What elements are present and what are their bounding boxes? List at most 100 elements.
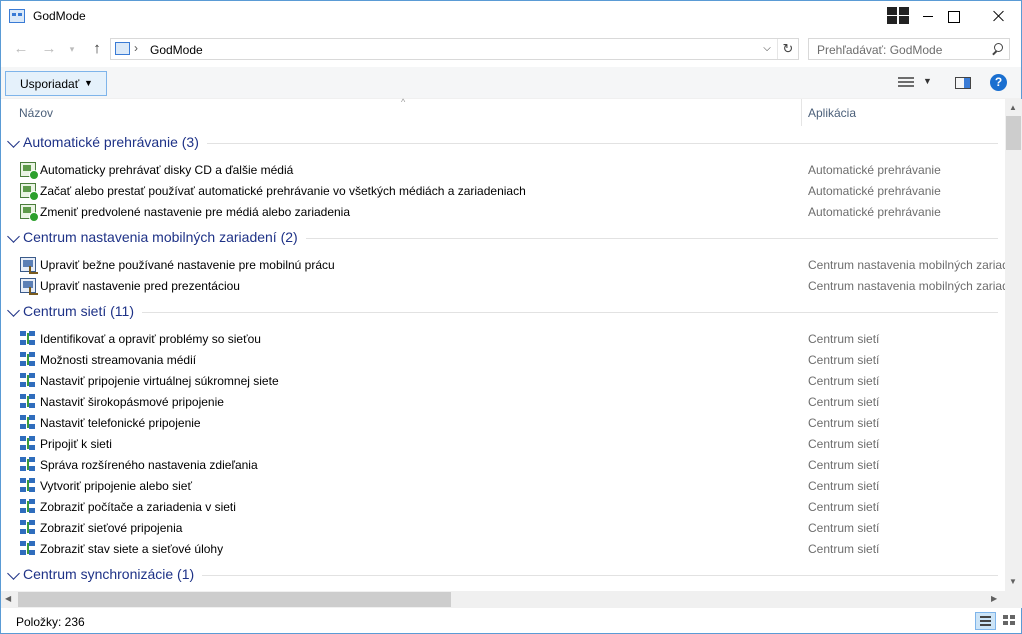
item-label: Správa rozšíreného nastavenia zdieľania	[40, 458, 258, 472]
group-label: Centrum sietí (11)	[23, 303, 142, 319]
control-panel-icon	[115, 42, 130, 55]
vertical-scroll-thumb[interactable]	[1006, 116, 1021, 150]
list-item[interactable]: Zobraziť počítače a zariadenia v sieti C…	[1, 496, 1005, 517]
group-header[interactable]: Centrum synchronizácie (1)	[1, 563, 1005, 589]
status-bar: Položky: 236	[1, 608, 1021, 633]
list-item[interactable]: Pripojiť k sieti Centrum sietí	[1, 433, 1005, 454]
item-application: Automatické prehrávanie	[808, 184, 941, 198]
scroll-left-arrow-icon[interactable]: ◀	[5, 594, 11, 603]
list-item[interactable]: Zobraziť sieťové pripojenia Centrum siet…	[1, 517, 1005, 538]
group-header[interactable]: Centrum sietí (11)	[1, 300, 1005, 326]
network-icon	[20, 373, 36, 388]
scroll-right-arrow-icon[interactable]: ▶	[991, 594, 997, 603]
up-button[interactable]: ↑	[87, 40, 107, 58]
horizontal-scroll-thumb[interactable]	[18, 592, 451, 607]
address-dropdown-icon[interactable]: ⌵	[759, 41, 775, 57]
list-item[interactable]: Možnosti streamovania médií Centrum siet…	[1, 349, 1005, 370]
autoplay-icon	[20, 183, 39, 201]
network-icon	[20, 415, 36, 430]
item-label: Vytvoriť pripojenie alebo sieť	[40, 479, 192, 493]
list-item[interactable]: Upraviť nastavenie pred prezentáciou Cen…	[1, 275, 1005, 296]
item-label: Automaticky prehrávať disky CD a ďalšie …	[40, 163, 294, 177]
list-item[interactable]: Upraviť bežne používané nastavenie pre m…	[1, 254, 1005, 275]
list-item[interactable]: Vytvoriť pripojenie alebo sieť Centrum s…	[1, 475, 1005, 496]
item-label: Upraviť nastavenie pred prezentáciou	[40, 279, 240, 293]
chevron-down-icon[interactable]	[7, 304, 20, 317]
scroll-down-arrow-icon[interactable]: ▼	[1009, 577, 1017, 586]
forward-button[interactable]: →	[39, 40, 59, 58]
breadcrumb-separator[interactable]: ›	[134, 41, 138, 55]
preview-pane-icon[interactable]	[955, 77, 971, 89]
details-view-icon[interactable]	[975, 612, 996, 630]
horizontal-scrollbar[interactable]: ◀ ▶	[1, 591, 1005, 608]
change-view-icon[interactable]	[898, 76, 916, 90]
chevron-down-icon: ▼	[84, 78, 93, 88]
item-label: Zobraziť počítače a zariadenia v sieti	[40, 500, 236, 514]
recent-locations-button[interactable]: ▾	[65, 40, 79, 58]
organize-label: Usporiadať	[20, 77, 80, 91]
list-item[interactable]: Identifikovať a opraviť problémy so sieť…	[1, 328, 1005, 349]
item-count: Položky: 236	[16, 615, 85, 629]
view-options-dropdown[interactable]: ▼	[923, 76, 932, 86]
chevron-down-icon[interactable]	[7, 567, 20, 580]
window-title: GodMode	[33, 9, 86, 23]
scrollbar-corner	[1005, 591, 1022, 608]
item-label: Začať alebo prestať používať automatické…	[40, 184, 526, 198]
mobility-center-icon	[20, 278, 38, 295]
list-item[interactable]: Automaticky prehrávať disky CD a ďalšie …	[1, 159, 1005, 180]
search-placeholder: Prehľadávať: GodMode	[817, 43, 943, 57]
item-label: Zmeniť predvolené nastavenie pre médiá a…	[40, 205, 351, 219]
group-label: Automatické prehrávanie (3)	[23, 134, 207, 150]
group-header[interactable]: Centrum nastavenia mobilných zariadení (…	[1, 226, 1005, 252]
group-divider	[23, 312, 998, 313]
breadcrumb-godmode[interactable]: GodMode	[150, 43, 203, 57]
maximize-button[interactable]	[931, 1, 977, 31]
list-item[interactable]: Nastaviť širokopásmové pripojenie Centru…	[1, 391, 1005, 412]
item-application: Centrum sietí	[808, 416, 880, 430]
command-bar: Usporiadať ▼ ▼ ?	[1, 67, 1021, 99]
scroll-up-arrow-icon[interactable]: ▲	[1009, 103, 1017, 112]
network-icon	[20, 520, 36, 535]
back-button[interactable]: ←	[11, 40, 31, 58]
item-label: Zobraziť stav siete a sieťové úlohy	[40, 542, 224, 556]
item-application: Centrum sietí	[808, 332, 880, 346]
item-application: Centrum sietí	[808, 353, 880, 367]
list-item[interactable]: Správa rozšíreného nastavenia zdieľania …	[1, 454, 1005, 475]
close-button[interactable]	[976, 1, 1022, 31]
item-application: Centrum sietí	[808, 458, 880, 472]
network-icon	[20, 541, 36, 556]
chevron-down-icon[interactable]	[7, 135, 20, 148]
chevron-down-icon[interactable]	[7, 230, 20, 243]
network-icon	[20, 352, 36, 367]
item-label: Pripojiť k sieti	[40, 437, 112, 451]
item-label: Identifikovať a opraviť problémy so sieť…	[40, 332, 261, 346]
item-application: Centrum sietí	[808, 479, 880, 493]
refresh-button[interactable]: ↻	[777, 39, 798, 59]
list-item[interactable]: Nastaviť pripojenie virtuálnej súkromnej…	[1, 370, 1005, 391]
explorer-window: GodMode ← → ▾ ↑ › GodMode ⌵ ↻ Prehľadáva…	[0, 0, 1022, 634]
column-header-application[interactable]: Aplikácia	[808, 106, 856, 120]
column-header-name[interactable]: Názov	[19, 106, 53, 120]
list-item[interactable]: Začať alebo prestať používať automatické…	[1, 180, 1005, 201]
list-item[interactable]: Zobraziť stav siete a sieťové úlohy Cent…	[1, 538, 1005, 559]
list-item[interactable]: Nastaviť telefonické pripojenie Centrum …	[1, 412, 1005, 433]
group-label: Centrum synchronizácie (1)	[23, 566, 203, 582]
item-application: Centrum sietí	[808, 542, 880, 556]
column-divider[interactable]	[801, 99, 802, 126]
item-label: Nastaviť pripojenie virtuálnej súkromnej…	[40, 374, 279, 388]
item-application: Centrum sietí	[808, 395, 880, 409]
search-icon[interactable]	[991, 43, 1003, 55]
network-icon	[20, 331, 36, 346]
address-bar[interactable]: › GodMode ⌵ ↻	[110, 38, 799, 60]
network-icon	[20, 436, 36, 451]
large-icons-view-icon[interactable]	[999, 612, 1019, 630]
list-item[interactable]: Zmeniť predvolené nastavenie pre médiá a…	[1, 201, 1005, 222]
search-input[interactable]: Prehľadávať: GodMode	[808, 38, 1010, 60]
organize-button[interactable]: Usporiadať ▼	[5, 71, 107, 96]
item-application: Automatické prehrávanie	[808, 205, 941, 219]
column-headers: ^ Názov Aplikácia	[1, 97, 1005, 126]
vertical-scrollbar[interactable]: ▲ ▼	[1005, 99, 1022, 591]
group-header[interactable]: Automatické prehrávanie (3)	[1, 131, 1005, 157]
help-icon[interactable]: ?	[990, 74, 1007, 91]
network-icon	[20, 478, 36, 493]
